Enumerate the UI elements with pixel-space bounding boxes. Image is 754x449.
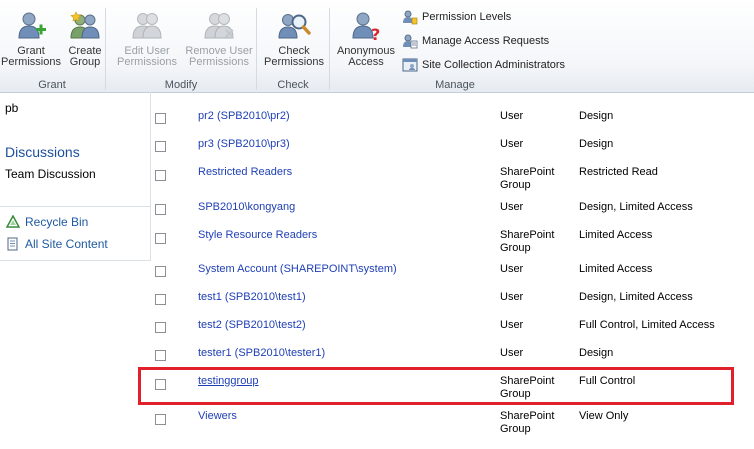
recycle-bin-icon	[6, 215, 20, 228]
row-name-link[interactable]: pr3 (SPB2010\pr3)	[198, 138, 290, 150]
row-checkbox[interactable]	[155, 170, 166, 181]
permission-levels-button[interactable]: Permission Levels	[402, 7, 511, 27]
row-permissions: Design, Limited Access	[579, 291, 693, 303]
svg-text:?: ?	[371, 25, 380, 42]
row-type: SharePoint Group	[500, 410, 555, 435]
anonymous-access-icon: ?	[352, 12, 380, 42]
row-permissions: Limited Access	[579, 263, 653, 275]
row-permissions: Full Control, Limited Access	[579, 319, 715, 331]
site-collection-administrators-button[interactable]: Site Collection Administrators	[402, 55, 565, 75]
modify-group-label: Modify	[164, 79, 198, 91]
row-checkbox[interactable]	[155, 204, 166, 215]
row-type: User	[500, 201, 524, 213]
check-permissions-button[interactable]: Check Permissions	[262, 10, 326, 68]
row-type: SharePoint Group	[500, 229, 555, 254]
permission-levels-label: Permission Levels	[422, 11, 512, 23]
nav-divider	[0, 206, 150, 207]
nav-link-all-site-content[interactable]: All Site Content	[6, 237, 108, 251]
row-name-link[interactable]: test1 (SPB2010\test1)	[198, 291, 306, 303]
manage-group-label: Manage	[435, 79, 475, 91]
row-checkbox[interactable]	[155, 113, 166, 124]
left-navigation: pb Discussions Team Discussion Recycle B…	[0, 92, 151, 261]
row-type: SharePoint Group	[500, 166, 555, 191]
edit-user-permissions-icon	[132, 13, 162, 39]
row-permissions: Restricted Read	[579, 166, 658, 178]
row-checkbox[interactable]	[155, 350, 166, 361]
remove-user-permissions-label: Remove User Permissions	[185, 45, 253, 68]
grant-permissions-button[interactable]: Grant Permissions	[1, 10, 61, 68]
grant-permissions-icon	[18, 12, 46, 39]
row-checkbox[interactable]	[155, 294, 166, 305]
row-type: User	[500, 291, 524, 303]
row-name-link[interactable]: Restricted Readers	[198, 166, 292, 178]
ribbon-group-check: Check Permissions Check	[257, 0, 329, 92]
all-site-content-label: All Site Content	[25, 237, 108, 251]
row-permissions: Design	[579, 138, 614, 150]
check-permissions-label: Check Permissions	[264, 45, 324, 68]
row-permissions: Limited Access	[579, 229, 653, 241]
row-permissions: Design	[579, 347, 614, 359]
recycle-bin-label: Recycle Bin	[25, 215, 89, 229]
grant-group-label: Grant	[38, 79, 66, 91]
row-checkbox[interactable]	[155, 233, 166, 244]
check-permissions-icon	[278, 14, 311, 39]
row-type: User	[500, 110, 524, 122]
row-name-link[interactable]: tester1 (SPB2010\tester1)	[198, 347, 325, 359]
row-name-link[interactable]: Viewers	[198, 410, 237, 422]
edit-user-permissions-button[interactable]: Edit User Permissions	[116, 10, 178, 68]
permission-levels-icon	[403, 10, 418, 25]
anonymous-access-button[interactable]: ? Anonymous Access	[334, 10, 398, 68]
highlight-box	[138, 367, 734, 405]
remove-user-permissions-button[interactable]: Remove User Permissions	[184, 10, 254, 68]
row-checkbox[interactable]	[155, 266, 166, 277]
row-type: User	[500, 347, 524, 359]
check-group-label: Check	[277, 79, 309, 91]
grant-permissions-label: Grant Permissions	[1, 45, 61, 68]
site-collection-administrators-icon	[402, 58, 418, 72]
manage-access-requests-icon	[403, 34, 418, 49]
row-checkbox[interactable]	[155, 322, 166, 333]
ribbon-group-modify: Edit User Permissions Remove User Permis…	[106, 0, 256, 92]
row-permissions: Design	[579, 110, 614, 122]
row-name-link[interactable]: test2 (SPB2010\test2)	[198, 319, 306, 331]
nav-link-recycle-bin[interactable]: Recycle Bin	[6, 215, 88, 229]
all-site-content-icon	[7, 237, 18, 251]
manage-access-requests-label: Manage Access Requests	[422, 35, 550, 47]
manage-access-requests-button[interactable]: Manage Access Requests	[402, 31, 549, 51]
row-permissions: View Only	[579, 410, 629, 422]
row-type: User	[500, 319, 524, 331]
ribbon: Grant Permissions Create Group Grant Edi…	[0, 0, 754, 93]
nav-item-pb[interactable]: pb	[5, 101, 18, 115]
row-type: User	[500, 138, 524, 150]
row-name-link[interactable]: System Account (SHAREPOINT\system)	[198, 263, 397, 275]
create-group-button[interactable]: Create Group	[64, 10, 106, 68]
row-name-link[interactable]: SPB2010\kongyang	[198, 201, 295, 213]
create-group-label: Create Group	[68, 45, 102, 68]
row-name-link[interactable]: pr2 (SPB2010\pr2)	[198, 110, 290, 122]
row-type: User	[500, 263, 524, 275]
create-group-icon	[70, 11, 100, 39]
row-checkbox[interactable]	[155, 141, 166, 152]
row-checkbox[interactable]	[155, 414, 166, 425]
anonymous-access-label: Anonymous Access	[336, 45, 396, 68]
site-collection-administrators-label: Site Collection Administrators	[422, 59, 566, 71]
remove-user-permissions-icon	[204, 13, 234, 39]
row-permissions: Design, Limited Access	[579, 201, 693, 213]
nav-heading-discussions[interactable]: Discussions	[5, 144, 80, 160]
nav-item-team-discussion[interactable]: Team Discussion	[5, 167, 96, 181]
edit-user-permissions-label: Edit User Permissions	[117, 45, 177, 68]
row-name-link[interactable]: Style Resource Readers	[198, 229, 317, 241]
ribbon-group-grant: Grant Permissions Create Group Grant	[0, 0, 104, 92]
